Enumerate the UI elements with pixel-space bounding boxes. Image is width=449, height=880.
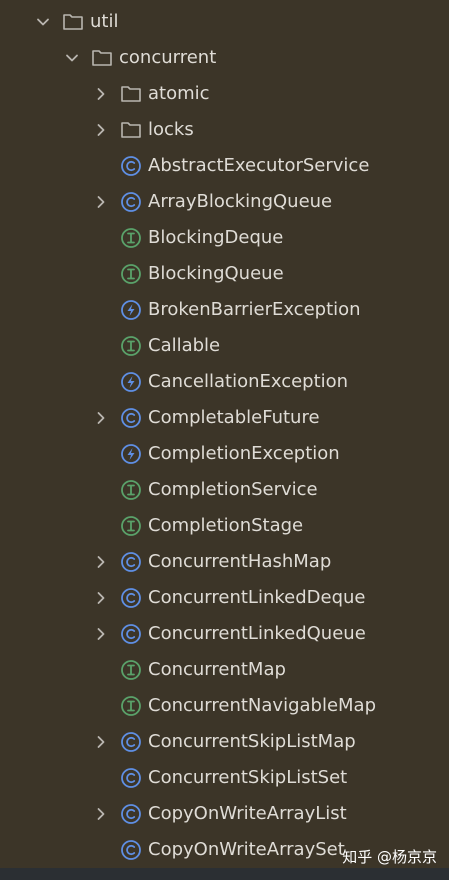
tree-node-concurrentskiplistmap[interactable]: ConcurrentSkipListMap <box>0 724 449 760</box>
class-icon <box>120 839 142 861</box>
chevron-right-icon[interactable] <box>93 554 109 570</box>
class-icon <box>120 767 142 789</box>
class-icon <box>120 803 142 825</box>
tree-node-label: atomic <box>148 83 210 104</box>
tree-node-completionstage[interactable]: CompletionStage <box>0 508 449 544</box>
class-icon <box>120 551 142 573</box>
class-icon <box>120 587 142 609</box>
folder-icon <box>120 83 142 105</box>
tree-node-concurrent[interactable]: concurrent <box>0 40 449 76</box>
tree-node-label: BlockingDeque <box>148 227 284 248</box>
tree-node-label: ConcurrentNavigableMap <box>148 695 377 716</box>
tree-node-label: CompletionService <box>148 479 318 500</box>
interface-icon <box>120 227 142 249</box>
exception-icon <box>120 371 142 393</box>
tree-node-completionservice[interactable]: CompletionService <box>0 472 449 508</box>
tree-node-brokenbarrierexception[interactable]: BrokenBarrierException <box>0 292 449 328</box>
tree-node-arrayblockingqueue[interactable]: ArrayBlockingQueue <box>0 184 449 220</box>
tree-node-completionexception[interactable]: CompletionException <box>0 436 449 472</box>
class-icon <box>120 731 142 753</box>
chevron-right-icon[interactable] <box>93 410 109 426</box>
tree-node-label: CompletionException <box>148 443 340 464</box>
tree-node-callable[interactable]: Callable <box>0 328 449 364</box>
tree-node-completablefuture[interactable]: CompletableFuture <box>0 400 449 436</box>
interface-icon <box>120 695 142 717</box>
tree-node-label: AbstractExecutorService <box>148 155 370 176</box>
interface-icon <box>120 659 142 681</box>
tree-node-locks[interactable]: locks <box>0 112 449 148</box>
tree-node-label: ConcurrentSkipListSet <box>148 767 348 788</box>
class-icon <box>120 191 142 213</box>
tree-node-label: BlockingQueue <box>148 263 284 284</box>
tree-node-label: CompletableFuture <box>148 407 320 428</box>
tree-node-label: CopyOnWriteArrayList <box>148 803 347 824</box>
tree-node-concurrentlinkeddeque[interactable]: ConcurrentLinkedDeque <box>0 580 449 616</box>
class-icon <box>120 623 142 645</box>
chevron-right-icon[interactable] <box>93 734 109 750</box>
project-tree: util concurrent atomic locks AbstractExecuto… <box>0 0 449 880</box>
tree-node-label: BrokenBarrierException <box>148 299 361 320</box>
folder-icon <box>91 47 113 69</box>
tree-node-label: CopyOnWriteArraySet <box>148 839 345 860</box>
tree-node-concurrenthashmap[interactable]: ConcurrentHashMap <box>0 544 449 580</box>
exception-icon <box>120 299 142 321</box>
interface-icon <box>120 515 142 537</box>
tree-node-label: concurrent <box>119 47 217 68</box>
tree-node-label: ConcurrentMap <box>148 659 286 680</box>
tree-node-label: Callable <box>148 335 221 356</box>
chevron-down-icon[interactable] <box>35 14 51 30</box>
tree-node-label: ConcurrentLinkedDeque <box>148 587 366 608</box>
interface-icon <box>120 479 142 501</box>
chevron-right-icon[interactable] <box>93 590 109 606</box>
tree-node-label: ConcurrentLinkedQueue <box>148 623 366 644</box>
chevron-right-icon[interactable] <box>93 626 109 642</box>
tree-node-concurrentlinkedqueue[interactable]: ConcurrentLinkedQueue <box>0 616 449 652</box>
interface-icon <box>120 263 142 285</box>
tree-node-label: ConcurrentHashMap <box>148 551 332 572</box>
tree-node-concurrentmap[interactable]: ConcurrentMap <box>0 652 449 688</box>
exception-icon <box>120 443 142 465</box>
tree-node-cancellationexception[interactable]: CancellationException <box>0 364 449 400</box>
tree-node-label: CompletionStage <box>148 515 304 536</box>
chevron-down-icon[interactable] <box>64 50 80 66</box>
chevron-right-icon[interactable] <box>93 806 109 822</box>
folder-icon <box>120 119 142 141</box>
chevron-right-icon[interactable] <box>93 86 109 102</box>
folder-icon <box>62 11 84 33</box>
interface-icon <box>120 335 142 357</box>
class-icon <box>120 155 142 177</box>
tree-node-abstractexecutorservice[interactable]: AbstractExecutorService <box>0 148 449 184</box>
tree-node-concurrentskiplistset[interactable]: ConcurrentSkipListSet <box>0 760 449 796</box>
tree-node-label: CancellationException <box>148 371 349 392</box>
tree-node-util[interactable]: util <box>0 4 449 40</box>
watermark: 知乎 @杨京京 <box>342 848 437 866</box>
tree-node-label: locks <box>148 119 194 140</box>
tree-node-atomic[interactable]: atomic <box>0 76 449 112</box>
chevron-right-icon[interactable] <box>93 122 109 138</box>
tree-node-concurrentnavigablemap[interactable]: ConcurrentNavigableMap <box>0 688 449 724</box>
tree-node-label: util <box>90 11 119 32</box>
class-icon <box>120 407 142 429</box>
tree-node-blockingqueue[interactable]: BlockingQueue <box>0 256 449 292</box>
chevron-right-icon[interactable] <box>93 194 109 210</box>
tree-node-label: ArrayBlockingQueue <box>148 191 333 212</box>
tree-node-blockingdeque[interactable]: BlockingDeque <box>0 220 449 256</box>
bottom-strip <box>0 868 449 880</box>
tree-node-label: ConcurrentSkipListMap <box>148 731 356 752</box>
tree-node-copyonwritearraylist[interactable]: CopyOnWriteArrayList <box>0 796 449 832</box>
